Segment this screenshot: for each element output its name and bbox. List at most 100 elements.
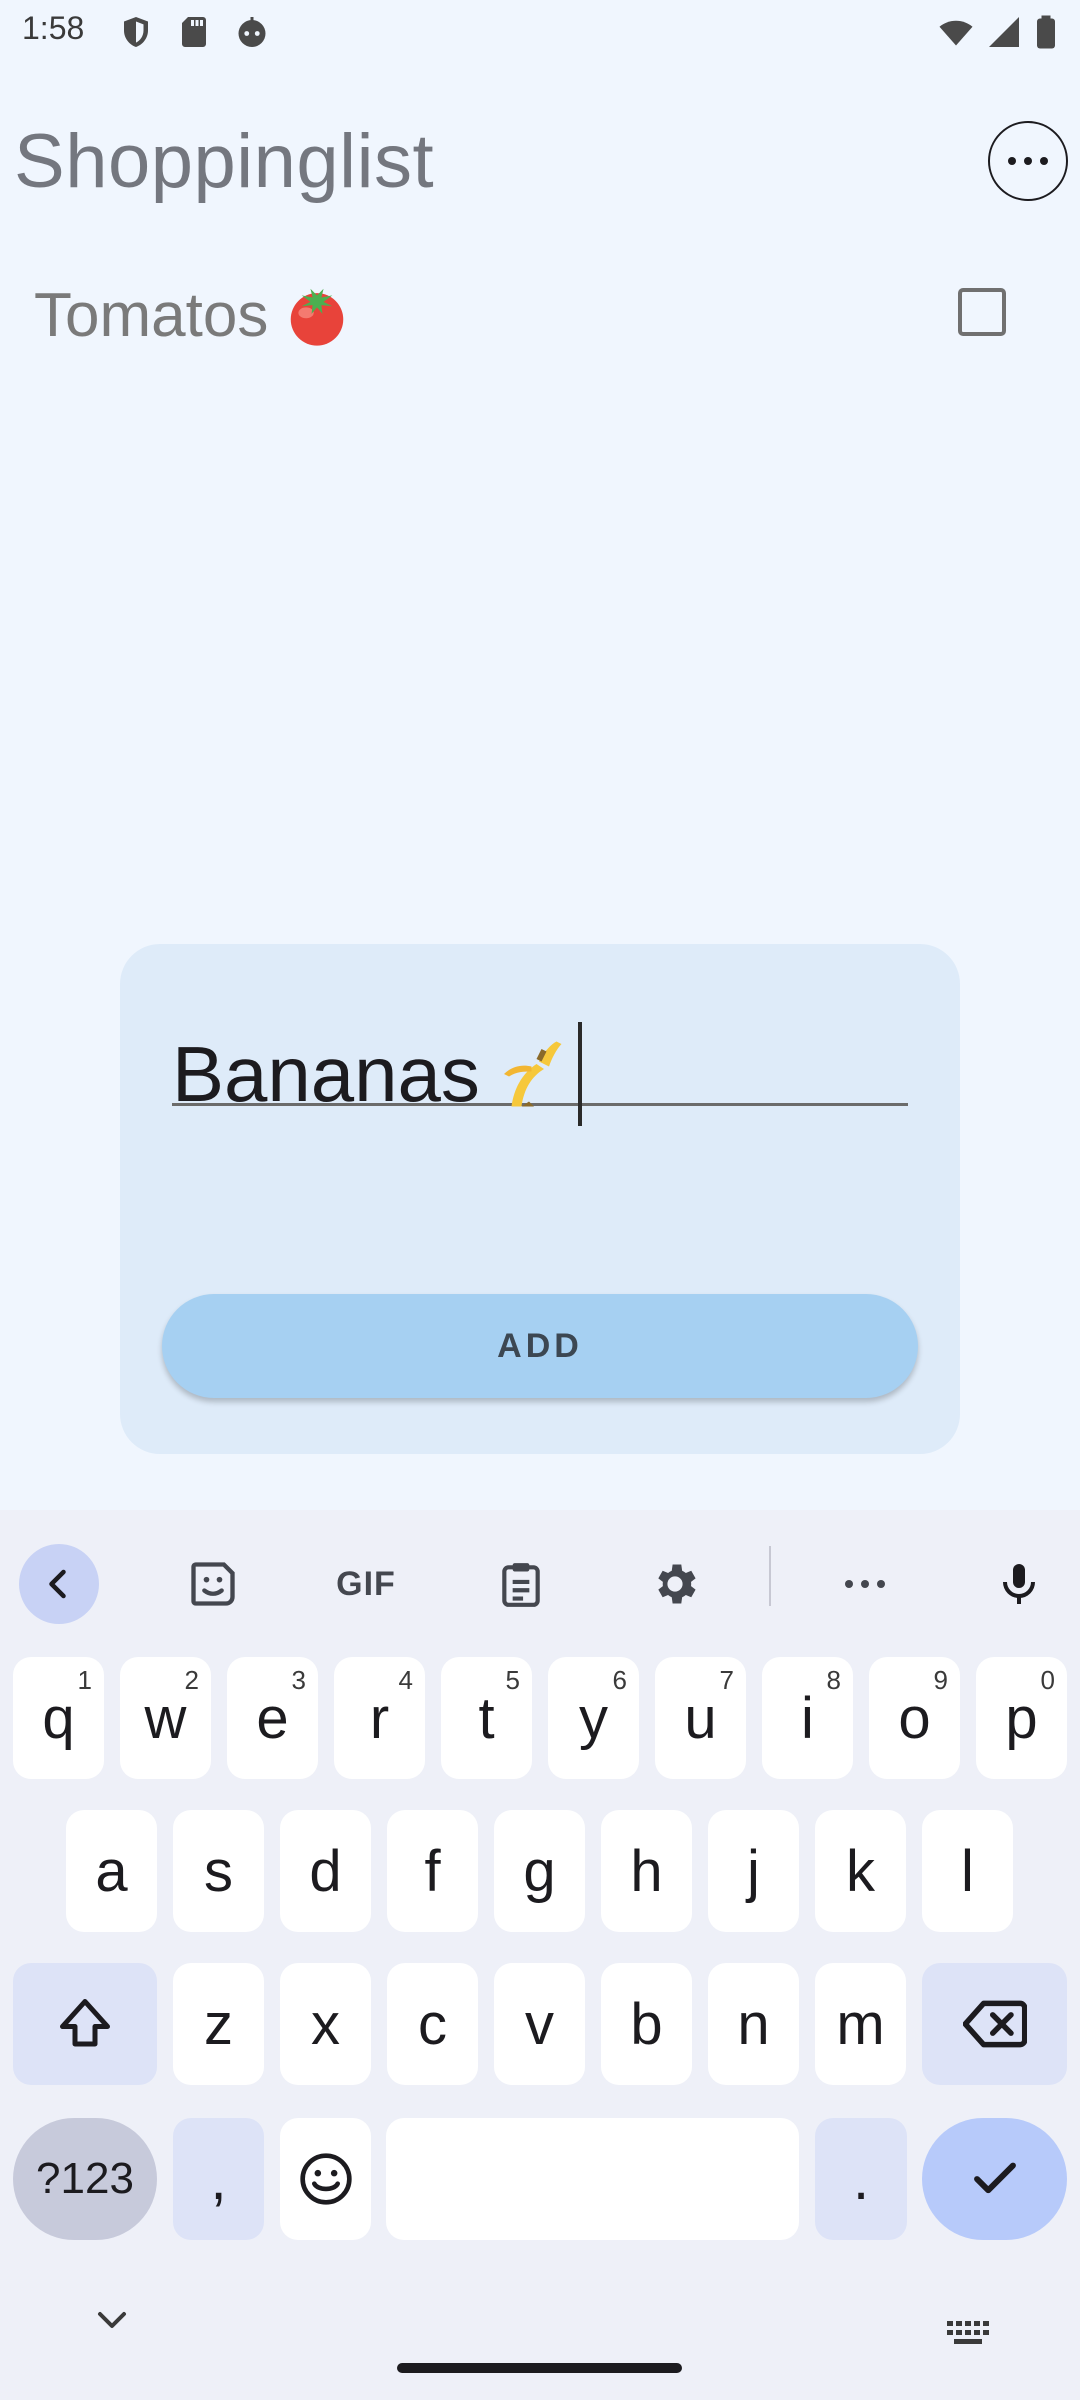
sticker-button[interactable] <box>173 1544 253 1624</box>
key-w[interactable]: w2 <box>120 1657 211 1779</box>
list-item[interactable]: Tomatos <box>0 250 1080 380</box>
key-g[interactable]: g <box>494 1810 585 1932</box>
key-r[interactable]: r4 <box>334 1657 425 1779</box>
wifi-icon <box>939 20 973 46</box>
key-s[interactable]: s <box>173 1810 264 1932</box>
key-o[interactable]: o9 <box>869 1657 960 1779</box>
key-label: w <box>144 1685 187 1751</box>
key-u[interactable]: u7 <box>655 1657 746 1779</box>
key-n[interactable]: n <box>708 1963 799 2085</box>
add-item-card: Bananas ADD <box>120 944 960 1454</box>
key-hint: 5 <box>505 1665 520 1695</box>
robot-face-icon <box>238 17 266 47</box>
key-v[interactable]: v <box>494 1963 585 2085</box>
home-indicator[interactable] <box>397 2363 682 2373</box>
status-icons-left <box>118 14 270 50</box>
soft-keyboard: GIF q1w2e3r4t5y6u7i8o9p0 asdfghjkl zxcvb… <box>0 1510 1080 2400</box>
hide-keyboard-chevron-icon[interactable] <box>92 2308 132 2332</box>
sd-card-icon <box>182 17 206 47</box>
microphone-icon <box>1003 1564 1035 1604</box>
key-p[interactable]: p0 <box>976 1657 1067 1779</box>
key-hint: 4 <box>398 1665 413 1695</box>
key-d[interactable]: d <box>280 1810 371 1932</box>
status-time: 1:58 <box>22 10 85 46</box>
check-icon <box>973 2162 1016 2194</box>
text-caret <box>577 1022 582 1126</box>
keyboard-switcher-icon[interactable] <box>946 2320 990 2346</box>
key-label: p <box>1005 1685 1038 1751</box>
shift-icon <box>60 1999 110 2047</box>
settings-button[interactable] <box>635 1544 715 1624</box>
more-options-button[interactable] <box>988 121 1068 201</box>
key-label: q <box>42 1685 75 1751</box>
keyboard-toolbar: GIF <box>0 1510 1080 1640</box>
add-button[interactable]: ADD <box>162 1294 918 1398</box>
shield-icon <box>124 17 148 47</box>
key-label: t <box>478 1685 495 1751</box>
key-e[interactable]: e3 <box>227 1657 318 1779</box>
item-input-value-wrap: Bananas <box>172 1022 582 1126</box>
space-key[interactable] <box>386 2118 799 2240</box>
item-input-value: Bananas <box>172 1029 480 1118</box>
item-input-field[interactable]: Bananas <box>172 1004 908 1126</box>
status-icons-right <box>938 14 1058 50</box>
more-button[interactable] <box>825 1544 905 1624</box>
clipboard-button[interactable] <box>481 1544 561 1624</box>
toolbar-divider <box>769 1546 771 1606</box>
app-title: Shoppinglist <box>14 119 435 204</box>
period-key[interactable]: . <box>815 2118 907 2240</box>
key-label: e <box>256 1685 289 1751</box>
key-x[interactable]: x <box>280 1963 371 2085</box>
key-b[interactable]: b <box>601 1963 692 2085</box>
key-c[interactable]: c <box>387 1963 478 2085</box>
key-a[interactable]: a <box>66 1810 157 1932</box>
tomato-emoji <box>291 288 344 346</box>
key-hint: 8 <box>826 1665 841 1695</box>
key-hint: 6 <box>612 1665 627 1695</box>
more-horizontal-icon <box>1008 157 1048 165</box>
toolbar-back-button[interactable] <box>19 1544 99 1624</box>
backspace-key[interactable] <box>922 1963 1067 2085</box>
gif-button[interactable]: GIF <box>326 1544 406 1624</box>
key-m[interactable]: m <box>815 1963 906 2085</box>
list-item-label: Tomatos <box>34 280 352 351</box>
microphone-button[interactable] <box>979 1544 1059 1624</box>
key-label: y <box>579 1685 608 1751</box>
key-f[interactable]: f <box>387 1810 478 1932</box>
backspace-icon <box>962 2000 1027 2048</box>
banana-emoji <box>503 1041 562 1107</box>
sticker-icon <box>191 1562 235 1606</box>
key-label: u <box>684 1685 717 1751</box>
key-k[interactable]: k <box>815 1810 906 1932</box>
key-j[interactable]: j <box>708 1810 799 1932</box>
clipboard-icon <box>502 1563 540 1607</box>
more-icon <box>845 1580 885 1588</box>
key-i[interactable]: i8 <box>762 1657 853 1779</box>
key-label: i <box>801 1685 814 1751</box>
battery-icon <box>1037 15 1055 49</box>
key-z[interactable]: z <box>173 1963 264 2085</box>
key-label: o <box>898 1685 931 1751</box>
list-item-text: Tomatos <box>34 281 269 350</box>
key-hint: 2 <box>184 1665 199 1695</box>
key-hint: 1 <box>77 1665 92 1695</box>
enter-key[interactable] <box>922 2118 1067 2240</box>
cell-signal-icon <box>989 17 1019 47</box>
back-chevron-icon <box>49 1569 66 1599</box>
key-l[interactable]: l <box>922 1810 1013 1932</box>
settings-icon <box>658 1564 696 1604</box>
comma-key[interactable]: , <box>173 2118 264 2240</box>
key-h[interactable]: h <box>601 1810 692 1932</box>
emoji-key[interactable] <box>280 2118 371 2240</box>
shift-key[interactable] <box>13 1963 157 2085</box>
key-q[interactable]: q1 <box>13 1657 104 1779</box>
emoji-icon <box>299 2153 352 2205</box>
key-y[interactable]: y6 <box>548 1657 639 1779</box>
key-hint: 3 <box>291 1665 306 1695</box>
key-hint: 0 <box>1040 1665 1055 1695</box>
numbers-key[interactable]: ?123 <box>13 2118 157 2240</box>
status-bar: 1:58 <box>0 0 1080 64</box>
item-checkbox[interactable] <box>958 288 1006 336</box>
key-t[interactable]: t5 <box>441 1657 532 1779</box>
key-label: r <box>369 1685 390 1751</box>
